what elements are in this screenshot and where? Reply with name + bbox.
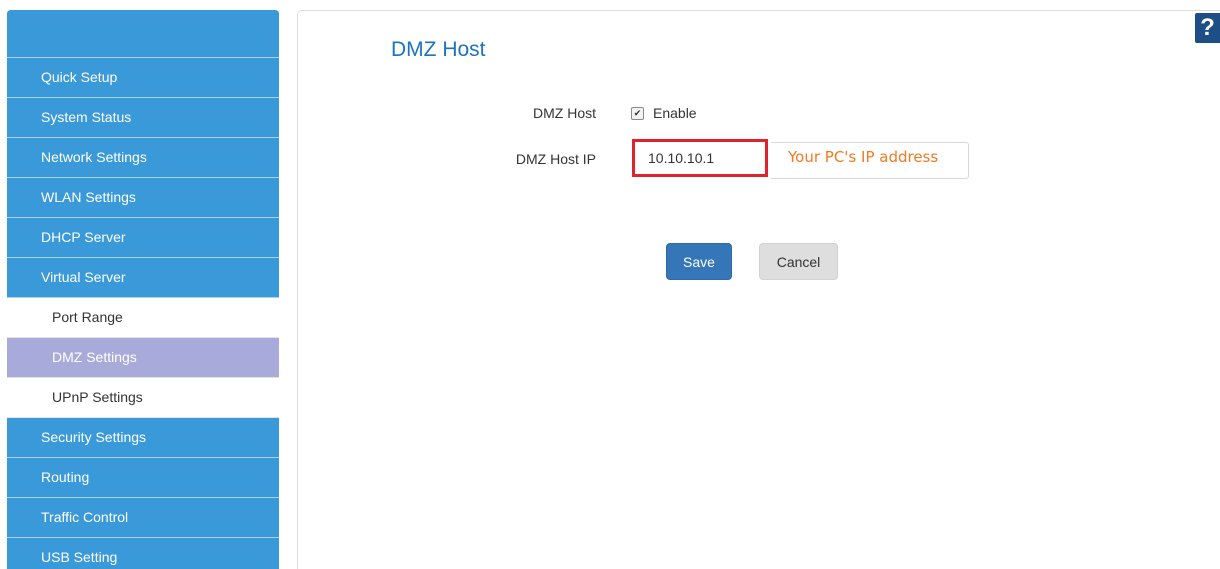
page: Quick Setup System Status Network Settin…	[0, 0, 1220, 569]
sidebar-item-system-status[interactable]: System Status	[7, 98, 279, 138]
question-mark-icon[interactable]: ?	[1195, 13, 1220, 43]
sidebar-item-wlan-settings[interactable]: WLAN Settings	[7, 178, 279, 218]
sidebar-nav: Quick Setup System Status Network Settin…	[7, 10, 279, 569]
save-button[interactable]: Save	[666, 243, 732, 280]
cancel-button[interactable]: Cancel	[759, 243, 838, 280]
main-panel: DMZ Host ? DMZ Host ✔ Enable DMZ Host IP…	[297, 10, 1220, 569]
sidebar-subitem-upnp-settings[interactable]: UPnP Settings	[7, 378, 279, 418]
sidebar-item-quick-setup[interactable]: Quick Setup	[7, 58, 279, 98]
enable-checkbox-group[interactable]: ✔ Enable	[631, 105, 697, 121]
sidebar-subitem-dmz-settings[interactable]: DMZ Settings	[7, 338, 279, 378]
enable-checkbox[interactable]: ✔	[631, 106, 644, 120]
enable-label: Enable	[653, 105, 697, 121]
sidebar-item-usb-setting[interactable]: USB Setting	[7, 538, 279, 569]
sidebar-item-routing[interactable]: Routing	[7, 458, 279, 498]
checkmark-icon: ✔	[633, 107, 642, 118]
sidebar-item-dhcp-server[interactable]: DHCP Server	[7, 218, 279, 258]
dmz-host-ip-input[interactable]: 10.10.10.1	[632, 139, 768, 177]
sidebar-header	[7, 10, 279, 58]
dmz-host-ip-label: DMZ Host IP	[515, 151, 596, 167]
ip-hint-text: Your PC's IP address	[788, 148, 939, 166]
dmz-host-label: DMZ Host	[533, 105, 596, 121]
sidebar-item-traffic-control[interactable]: Traffic Control	[7, 498, 279, 538]
sidebar-subitem-port-range[interactable]: Port Range	[7, 298, 279, 338]
page-title: DMZ Host	[391, 38, 486, 61]
sidebar-item-virtual-server[interactable]: Virtual Server	[7, 258, 279, 298]
sidebar-item-security-settings[interactable]: Security Settings	[7, 418, 279, 458]
sidebar-item-network-settings[interactable]: Network Settings	[7, 138, 279, 178]
